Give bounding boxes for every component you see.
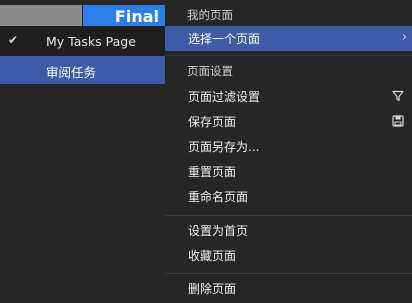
menu-item-set-as-home[interactable]: 设置为首页 (165, 218, 412, 243)
menu-item-select-page[interactable]: 选择一个页面 › (165, 26, 412, 51)
page-option-my-tasks[interactable]: ✔ My Tasks Page (0, 28, 165, 56)
chevron-right-icon: › (401, 30, 407, 45)
menu-divider (165, 215, 412, 216)
menu-item-label: 设置为首页 (188, 224, 249, 238)
page-option-review-tasks[interactable]: 审阅任务 (0, 56, 165, 84)
page-option-label: My Tasks Page (46, 34, 136, 49)
save-icon (392, 115, 404, 127)
menu-item-label: 页面另存为... (188, 140, 260, 154)
view-header-strip: Final (0, 0, 165, 26)
menu-item-page-filter-settings[interactable]: 页面过滤设置 (165, 84, 412, 109)
menu-item-label: 页面过滤设置 (188, 90, 261, 104)
section-header-my-pages: 我的页面 (187, 8, 233, 22)
menu-item-label: 收藏页面 (188, 249, 237, 263)
menu-item-label: 重置页面 (188, 165, 237, 179)
filter-icon (392, 90, 404, 102)
menu-item-reset-page[interactable]: 重置页面 (165, 159, 412, 184)
menu-item-label: 重命名页面 (188, 190, 249, 204)
page-option-label: 审阅任务 (46, 65, 97, 80)
view-title: Final (114, 7, 159, 26)
section-header-page-settings: 页面设置 (187, 64, 233, 78)
menu-item-rename-page[interactable]: 重命名页面 (165, 184, 412, 209)
menu-divider (165, 55, 412, 56)
checkmark-icon: ✔ (8, 33, 19, 47)
view-tab-inactive[interactable] (0, 5, 82, 26)
menu-item-delete-page[interactable]: 删除页面 (165, 276, 412, 301)
page-list-submenu: ✔ My Tasks Page 审阅任务 (0, 26, 166, 84)
view-tab-active[interactable]: Final (83, 5, 165, 26)
menu-item-label: 选择一个页面 (188, 32, 261, 46)
menu-item-label: 删除页面 (188, 282, 237, 296)
menu-item-save-page[interactable]: 保存页面 (165, 109, 412, 134)
menu-divider (165, 273, 412, 274)
menu-item-save-page-as[interactable]: 页面另存为... (165, 134, 412, 159)
menu-item-favorite-page[interactable]: 收藏页面 (165, 243, 412, 268)
page-context-menu: 我的页面 选择一个页面 › 页面设置 页面过滤设置 保存页面 页面另存为... … (165, 0, 412, 303)
menu-item-label: 保存页面 (188, 115, 237, 129)
